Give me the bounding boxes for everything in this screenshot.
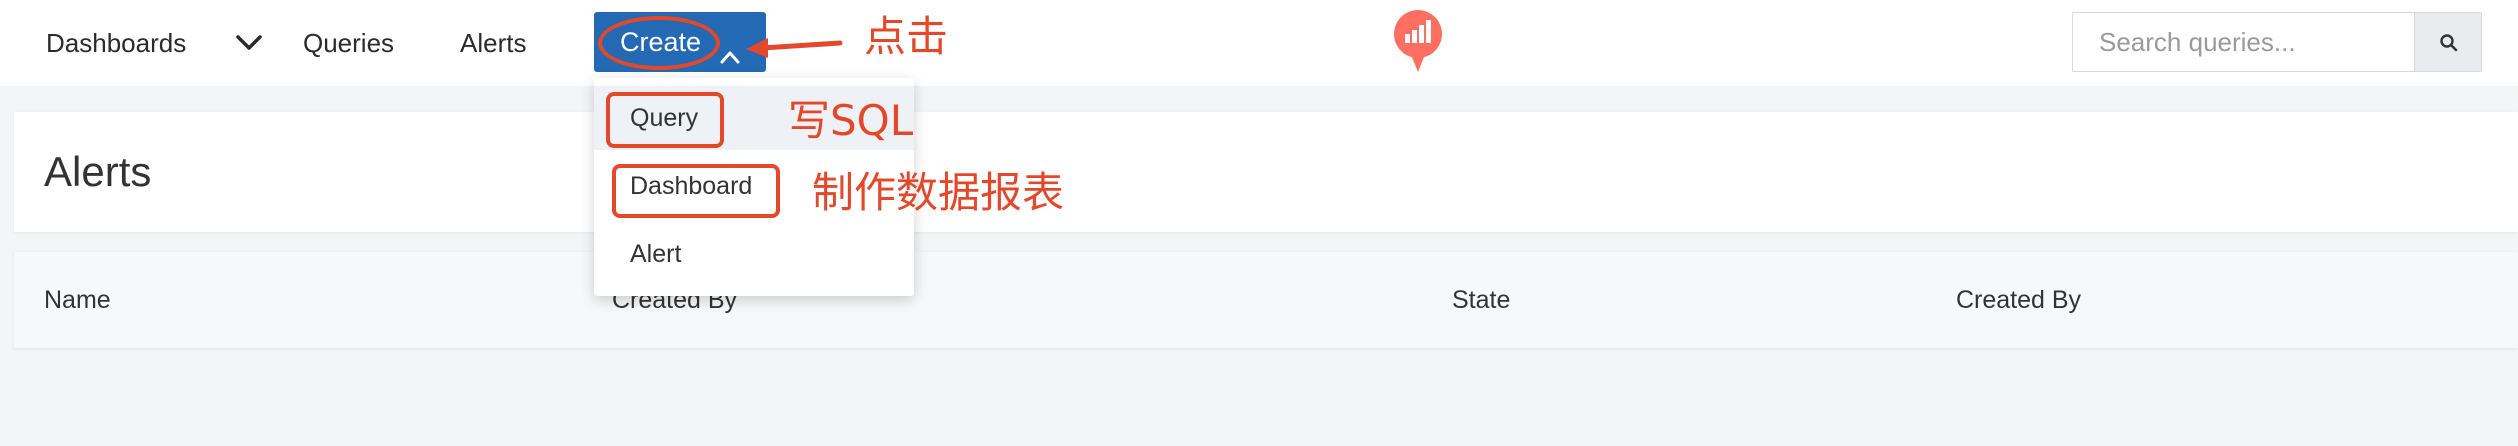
dashboard-highlight-box	[612, 164, 780, 218]
page-header: Alerts	[14, 112, 2518, 232]
table-header-row: Name Created By State Created By	[14, 252, 2518, 348]
annotation-write-sql: 写SQL	[788, 96, 914, 145]
create-highlight-ellipse	[598, 16, 720, 70]
search-input[interactable]: Search queries...	[2072, 12, 2416, 72]
page-title: Alerts	[44, 148, 152, 195]
annotation-arrow-icon	[746, 38, 843, 58]
search-button[interactable]	[2414, 12, 2482, 72]
search-placeholder: Search queries...	[2099, 27, 2296, 57]
nav-queries[interactable]: Queries	[303, 26, 394, 60]
annotation-click: 点击	[864, 12, 949, 61]
query-highlight-box	[606, 92, 724, 148]
column-header-created-by-2[interactable]: Created By	[1956, 284, 2081, 316]
nav-dashboards[interactable]: Dashboards	[46, 26, 186, 60]
chevron-down-icon[interactable]	[232, 28, 266, 58]
menu-item-alert[interactable]: Alert	[594, 222, 914, 286]
column-header-state[interactable]: State	[1452, 284, 1510, 316]
top-navigation-bar: Dashboards Queries Alerts Create Search …	[0, 0, 2518, 86]
chevron-up-icon	[718, 30, 742, 64]
nav-alerts[interactable]: Alerts	[460, 26, 526, 60]
annotation-make-dashboard: 制作数据报表	[812, 168, 1065, 217]
column-header-name[interactable]: Name	[44, 284, 111, 316]
redash-logo-icon[interactable]	[1392, 8, 1444, 74]
search-icon	[2440, 34, 2458, 52]
